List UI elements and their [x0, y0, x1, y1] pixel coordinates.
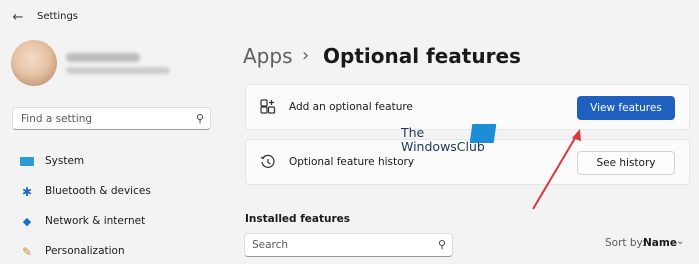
installed-features-search[interactable]: Search ⚲ [244, 233, 453, 257]
chevron-down-icon[interactable]: ⌄ [676, 236, 684, 247]
sort-by-dropdown[interactable]: Name [643, 237, 677, 249]
search-icon: ⚲ [437, 238, 446, 251]
installed-search-placeholder: Search [252, 239, 289, 251]
installed-features-heading: Installed features [245, 213, 351, 225]
sort-by-label: Sort by: [605, 237, 646, 249]
